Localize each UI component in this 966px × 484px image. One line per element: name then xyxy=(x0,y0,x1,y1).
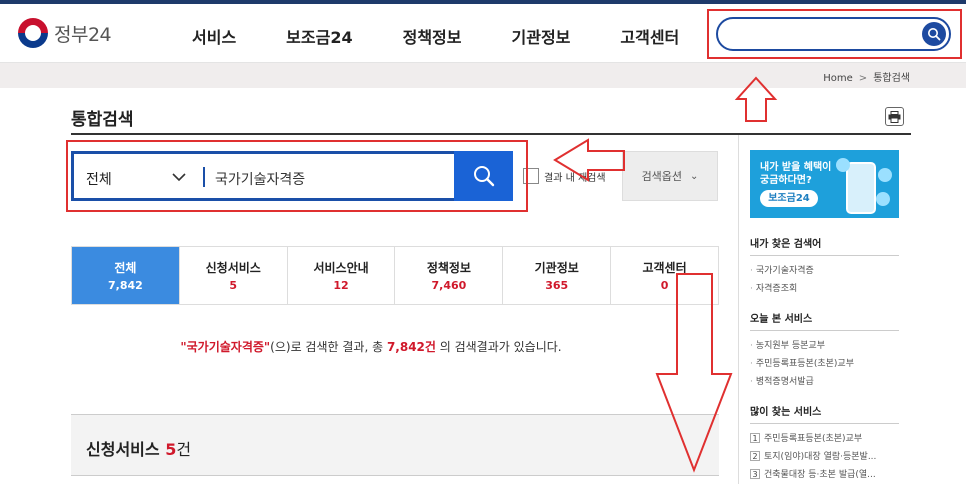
nav-item-policy[interactable]: 정책정보 xyxy=(403,24,462,48)
rank-badge: 1 xyxy=(750,433,760,443)
nav-item-customer-center[interactable]: 고객센터 xyxy=(620,24,679,48)
section-title: 신청서비스 5건 xyxy=(86,436,191,460)
nav-item-subsidy24[interactable]: 보조금24 xyxy=(286,24,352,48)
my-searches-title: 내가 찾은 검색어 xyxy=(750,235,899,256)
today-services-title: 오늘 본 서비스 xyxy=(750,310,899,331)
list-item[interactable]: · 농지원부 등본교부 xyxy=(750,337,899,355)
tab-count: 7,842 xyxy=(108,279,143,292)
tab-count: 12 xyxy=(333,279,349,292)
bullet-icon: · xyxy=(750,359,753,369)
breadcrumb-bar: Home > 통합검색 xyxy=(0,62,966,88)
page-title: 통합검색 xyxy=(71,110,134,130)
list-item[interactable]: 3 건축물대장 등·초본 발급(열... xyxy=(750,466,899,484)
main-nav: 서비스 보조금24 정책정보 기관정보 고객센터 xyxy=(192,24,679,48)
today-services-list: · 농지원부 등본교부 · 주민등록표등본(초본)교부 · 병적증명서발급 xyxy=(750,337,899,391)
bullet-icon: · xyxy=(750,341,753,351)
tab-count: 0 xyxy=(660,279,669,292)
re-search-toggle[interactable]: 결과 내 재검색 xyxy=(523,168,606,184)
title-divider xyxy=(71,133,911,135)
tab-label: 서비스안내 xyxy=(313,261,369,275)
nav-item-services[interactable]: 서비스 xyxy=(192,24,236,48)
tab-label: 신청서비스 xyxy=(205,261,261,275)
tab-all[interactable]: 전체 7,842 xyxy=(72,247,179,304)
popular-services-list: 1 주민등록표등본(초본)교부 2 토지(임야)대장 열람·등본발... 3 건축물대… xyxy=(750,430,899,484)
list-item-label: 토지(임야)대장 열람·등본발... xyxy=(764,452,877,462)
subsidy24-banner[interactable]: 내가 받을 혜택이 궁금하다면? 보조금24 xyxy=(750,150,899,218)
rank-badge: 2 xyxy=(750,451,760,461)
tab-customer-center[interactable]: 고객센터 0 xyxy=(610,247,718,304)
logo-text: 정부24 xyxy=(54,23,112,46)
section-title-text: 신청서비스 xyxy=(86,440,160,459)
list-item[interactable]: · 주민등록표등본(초본)교부 xyxy=(750,355,899,373)
re-search-label: 결과 내 재검색 xyxy=(544,172,606,184)
list-item-label: 주민등록표등본(초본)교부 xyxy=(755,359,854,369)
list-item[interactable]: · 병적증명서발급 xyxy=(750,373,899,391)
search-options-button[interactable]: 검색옵션 ⌄ xyxy=(622,151,718,201)
list-item-label: 농지원부 등본교부 xyxy=(755,341,825,351)
print-button[interactable] xyxy=(885,107,904,126)
breadcrumb-home[interactable]: Home xyxy=(823,73,853,84)
tab-application-services[interactable]: 신청서비스 5 xyxy=(178,247,287,304)
tab-count: 5 xyxy=(229,279,238,292)
result-keyword: "국가기술자격증" xyxy=(180,340,271,354)
result-tabs: 전체 7,842 신청서비스 5 서비스안내 12 정책정보 7,460 기관정… xyxy=(71,246,719,305)
sidebar-divider xyxy=(738,135,739,484)
chevron-right-icon: > xyxy=(858,73,868,84)
list-item-label: 자격증조회 xyxy=(755,284,798,294)
section-count: 5 xyxy=(165,440,177,459)
printer-icon xyxy=(888,110,901,123)
tab-label: 기관정보 xyxy=(534,261,579,275)
result-text-1: (으)로 검색한 결과, 총 xyxy=(270,340,387,354)
result-summary: "국가기술자격증"(으)로 검색한 결과, 총 7,842건 의 검색결과가 있… xyxy=(71,338,671,355)
list-item[interactable]: 2 토지(임야)대장 열람·등본발... xyxy=(750,448,899,466)
list-item[interactable]: · 국가기술자격증 xyxy=(750,262,899,280)
list-item[interactable]: · 자격증조회 xyxy=(750,280,899,298)
annotation-box-header-search xyxy=(707,9,962,59)
site-logo[interactable]: 정부24 xyxy=(18,18,112,48)
tab-policy-info[interactable]: 정책정보 7,460 xyxy=(394,247,502,304)
nav-item-agency[interactable]: 기관정보 xyxy=(512,24,571,48)
list-item[interactable]: 1 주민등록표등본(초본)교부 xyxy=(750,430,899,448)
list-item-label: 주민등록표등본(초본)교부 xyxy=(764,434,863,444)
result-text-2: 의 검색결과가 있습니다. xyxy=(435,340,562,354)
my-searches-section: 내가 찾은 검색어 · 국가기술자격증 · 자격증조회 xyxy=(750,235,899,298)
tab-label: 고객센터 xyxy=(642,261,687,275)
tab-count: 365 xyxy=(545,279,569,292)
bullet-icon: · xyxy=(750,377,753,387)
list-item-label: 병적증명서발급 xyxy=(755,377,814,387)
result-total: 7,842건 xyxy=(386,340,436,354)
my-searches-list: · 국가기술자격증 · 자격증조회 xyxy=(750,262,899,298)
breadcrumb-current: 통합검색 xyxy=(873,73,910,84)
bubble-icon xyxy=(878,168,892,182)
tab-label: 전체 xyxy=(114,261,137,275)
tab-service-guide[interactable]: 서비스안내 12 xyxy=(286,247,395,304)
today-services-section: 오늘 본 서비스 · 농지원부 등본교부 · 주민등록표등본(초본)교부 · 병적증명… xyxy=(750,310,899,391)
section-unit: 건 xyxy=(176,440,192,459)
rank-badge: 3 xyxy=(750,469,760,479)
popular-services-section: 많이 찾는 서비스 1 주민등록표등본(초본)교부 2 토지(임야)대장 열람·등본… xyxy=(750,403,899,484)
tab-count: 7,460 xyxy=(431,279,467,292)
phone-illustration-icon xyxy=(846,162,876,214)
application-services-section: 신청서비스 5건 xyxy=(71,414,719,476)
tab-agency-info[interactable]: 기관정보 365 xyxy=(502,247,610,304)
search-options-label: 검색옵션 xyxy=(641,170,683,183)
tab-label: 정책정보 xyxy=(426,261,471,275)
annotation-box-search-bar xyxy=(66,140,528,212)
breadcrumb: Home > 통합검색 xyxy=(823,69,910,84)
banner-line-2: 궁금하다면? xyxy=(760,175,812,186)
bubble-icon xyxy=(876,192,890,206)
banner-pill: 보조금24 xyxy=(760,190,818,207)
bullet-icon: · xyxy=(750,266,753,276)
bullet-icon: · xyxy=(750,284,753,294)
taegeuk-logo-icon xyxy=(18,18,48,48)
popular-services-title: 많이 찾는 서비스 xyxy=(750,403,899,424)
bubble-icon xyxy=(836,158,850,172)
chevron-down-icon: ⌄ xyxy=(690,170,699,182)
list-item-label: 건축물대장 등·초본 발급(열... xyxy=(764,470,876,480)
list-item-label: 국가기술자격증 xyxy=(755,266,814,276)
